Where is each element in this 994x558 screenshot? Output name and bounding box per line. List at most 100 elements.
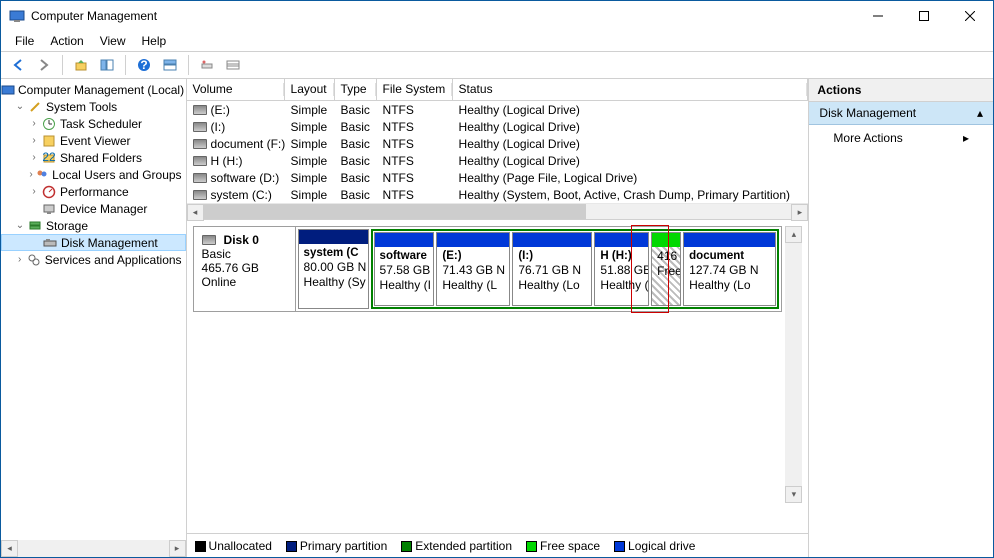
partition-document-f[interactable]: document127.74 GB NHealthy (Lo — [683, 232, 776, 306]
graphical-vscrollbar[interactable]: ▴ ▾ — [785, 226, 802, 503]
swatch-logical — [614, 541, 625, 552]
swatch-primary — [286, 541, 297, 552]
volume-header: Volume Layout Type File System Status — [187, 79, 809, 101]
scroll-right-icon[interactable]: ▸ — [791, 204, 808, 221]
diskmgmt-icon — [42, 235, 58, 251]
actions-pane: Actions Disk Management ▴ More Actions ▸ — [809, 79, 993, 557]
col-volume[interactable]: Volume — [187, 79, 285, 100]
close-button[interactable] — [947, 1, 993, 31]
tree-system-tools[interactable]: ⌄ System Tools — [1, 98, 186, 115]
scrollbar-thumb[interactable] — [204, 204, 586, 219]
col-type[interactable]: Type — [335, 79, 377, 100]
svg-text:22: 22 — [42, 151, 56, 164]
storage-icon — [27, 218, 43, 234]
partition-h[interactable]: H (H:)51.88 GBHealthy ( — [594, 232, 649, 306]
menubar: File Action View Help — [1, 31, 993, 51]
partition-i[interactable]: (I:)76.71 GB NHealthy (Lo — [512, 232, 592, 306]
submenu-icon: ▸ — [963, 131, 969, 145]
clock-icon — [41, 116, 57, 132]
tree-hscrollbar[interactable]: ◂ ▸ — [1, 540, 186, 557]
toolbar: ? — [1, 51, 993, 79]
services-icon — [26, 252, 41, 268]
titlebar: Computer Management — [1, 1, 993, 31]
partition-e[interactable]: (E:)71.43 GB NHealthy (L — [436, 232, 510, 306]
expand-icon[interactable]: › — [27, 152, 41, 163]
users-icon — [35, 167, 49, 183]
volume-row[interactable]: system (C:)SimpleBasicNTFSHealthy (Syste… — [187, 186, 809, 203]
disk-management-view: Volume Layout Type File System Status (E… — [187, 79, 810, 557]
col-layout[interactable]: Layout — [285, 79, 335, 100]
tree-storage[interactable]: ⌄ Storage — [1, 217, 186, 234]
volume-icon — [193, 122, 207, 132]
disk-row[interactable]: Disk 0 Basic 465.76 GB Online system (C8… — [193, 226, 783, 312]
col-status[interactable]: Status — [453, 79, 809, 100]
help-button[interactable]: ? — [133, 54, 155, 76]
legend: Unallocated Primary partition Extended p… — [187, 533, 809, 557]
volume-row[interactable]: (E:)SimpleBasicNTFSHealthy (Logical Driv… — [187, 101, 809, 118]
tree-shared-folders[interactable]: › 22 Shared Folders — [1, 149, 186, 166]
minimize-button[interactable] — [855, 1, 901, 31]
expand-icon[interactable]: › — [27, 135, 41, 146]
partition-system-c[interactable]: system (C80.00 GB NHealthy (Sy — [298, 229, 369, 309]
eventv-icon — [41, 133, 57, 149]
volume-icon — [193, 139, 207, 149]
menu-help[interactable]: Help — [134, 32, 175, 50]
scroll-up-icon[interactable]: ▴ — [785, 226, 802, 243]
expand-icon[interactable]: › — [13, 254, 26, 265]
tree-device-manager[interactable]: Device Manager — [1, 200, 186, 217]
actions-more[interactable]: More Actions ▸ — [809, 125, 993, 151]
partition-software-d[interactable]: software57.58 GB IHealthy (I — [374, 232, 435, 306]
tree-event-viewer[interactable]: › Event Viewer — [1, 132, 186, 149]
expand-icon[interactable]: › — [27, 186, 41, 197]
collapse-icon: ▴ — [977, 106, 983, 120]
forward-button[interactable] — [33, 54, 55, 76]
volume-icon — [193, 156, 207, 166]
menu-action[interactable]: Action — [42, 32, 91, 50]
up-button[interactable] — [70, 54, 92, 76]
swatch-unallocated — [195, 541, 206, 552]
shared-icon: 22 — [41, 150, 57, 166]
disk-graphical-view: Disk 0 Basic 465.76 GB Online system (C8… — [187, 220, 809, 533]
tools-icon — [27, 99, 43, 115]
volume-row[interactable]: H (H:)SimpleBasicNTFSHealthy (Logical Dr… — [187, 152, 809, 169]
menu-file[interactable]: File — [7, 32, 42, 50]
compmgmt-icon — [1, 82, 15, 98]
tree-disk-management[interactable]: Disk Management — [1, 234, 186, 251]
maximize-button[interactable] — [901, 1, 947, 31]
expand-icon[interactable]: › — [27, 169, 35, 180]
actions-disk-management[interactable]: Disk Management ▴ — [809, 102, 993, 125]
show-hide-tree-button[interactable] — [96, 54, 118, 76]
actions-header: Actions — [809, 79, 993, 102]
disk-info: Disk 0 Basic 465.76 GB Online — [194, 227, 296, 311]
tree-task-scheduler[interactable]: › Task Scheduler — [1, 115, 186, 132]
tree-root[interactable]: Computer Management (Local) — [1, 81, 186, 98]
scroll-down-icon[interactable]: ▾ — [785, 486, 802, 503]
volume-icon — [193, 173, 207, 183]
scroll-left-icon[interactable]: ◂ — [1, 540, 18, 557]
settings-button[interactable] — [196, 54, 218, 76]
expand-icon[interactable]: ⌄ — [13, 101, 27, 112]
swatch-extended — [401, 541, 412, 552]
tree-performance[interactable]: › Performance — [1, 183, 186, 200]
expand-icon[interactable]: › — [27, 118, 41, 129]
tree-services[interactable]: › Services and Applications — [1, 251, 186, 268]
expand-icon[interactable]: ⌄ — [13, 220, 27, 231]
volume-row[interactable]: document (F:)SimpleBasicNTFSHealthy (Log… — [187, 135, 809, 152]
scroll-left-icon[interactable]: ◂ — [187, 204, 204, 221]
tree-local-users[interactable]: › Local Users and Groups — [1, 166, 186, 183]
window-title: Computer Management — [31, 9, 855, 23]
view-top-button[interactable] — [159, 54, 181, 76]
scroll-right-icon[interactable]: ▸ — [169, 540, 186, 557]
back-button[interactable] — [7, 54, 29, 76]
volume-row[interactable]: (I:)SimpleBasicNTFSHealthy (Logical Driv… — [187, 118, 809, 135]
devmgr-icon — [41, 201, 57, 217]
partition-free[interactable]: 416Free — [651, 232, 681, 306]
swatch-free — [526, 541, 537, 552]
volume-row[interactable]: software (D:)SimpleBasicNTFSHealthy (Pag… — [187, 169, 809, 186]
tree-pane: Computer Management (Local) ⌄ System Too… — [1, 79, 187, 557]
volume-hscrollbar[interactable]: ◂ ▸ — [187, 203, 809, 220]
menu-view[interactable]: View — [92, 32, 134, 50]
extended-partition: software57.58 GB IHealthy (I (E:)71.43 G… — [371, 229, 780, 309]
list-button[interactable] — [222, 54, 244, 76]
col-fs[interactable]: File System — [377, 79, 453, 100]
